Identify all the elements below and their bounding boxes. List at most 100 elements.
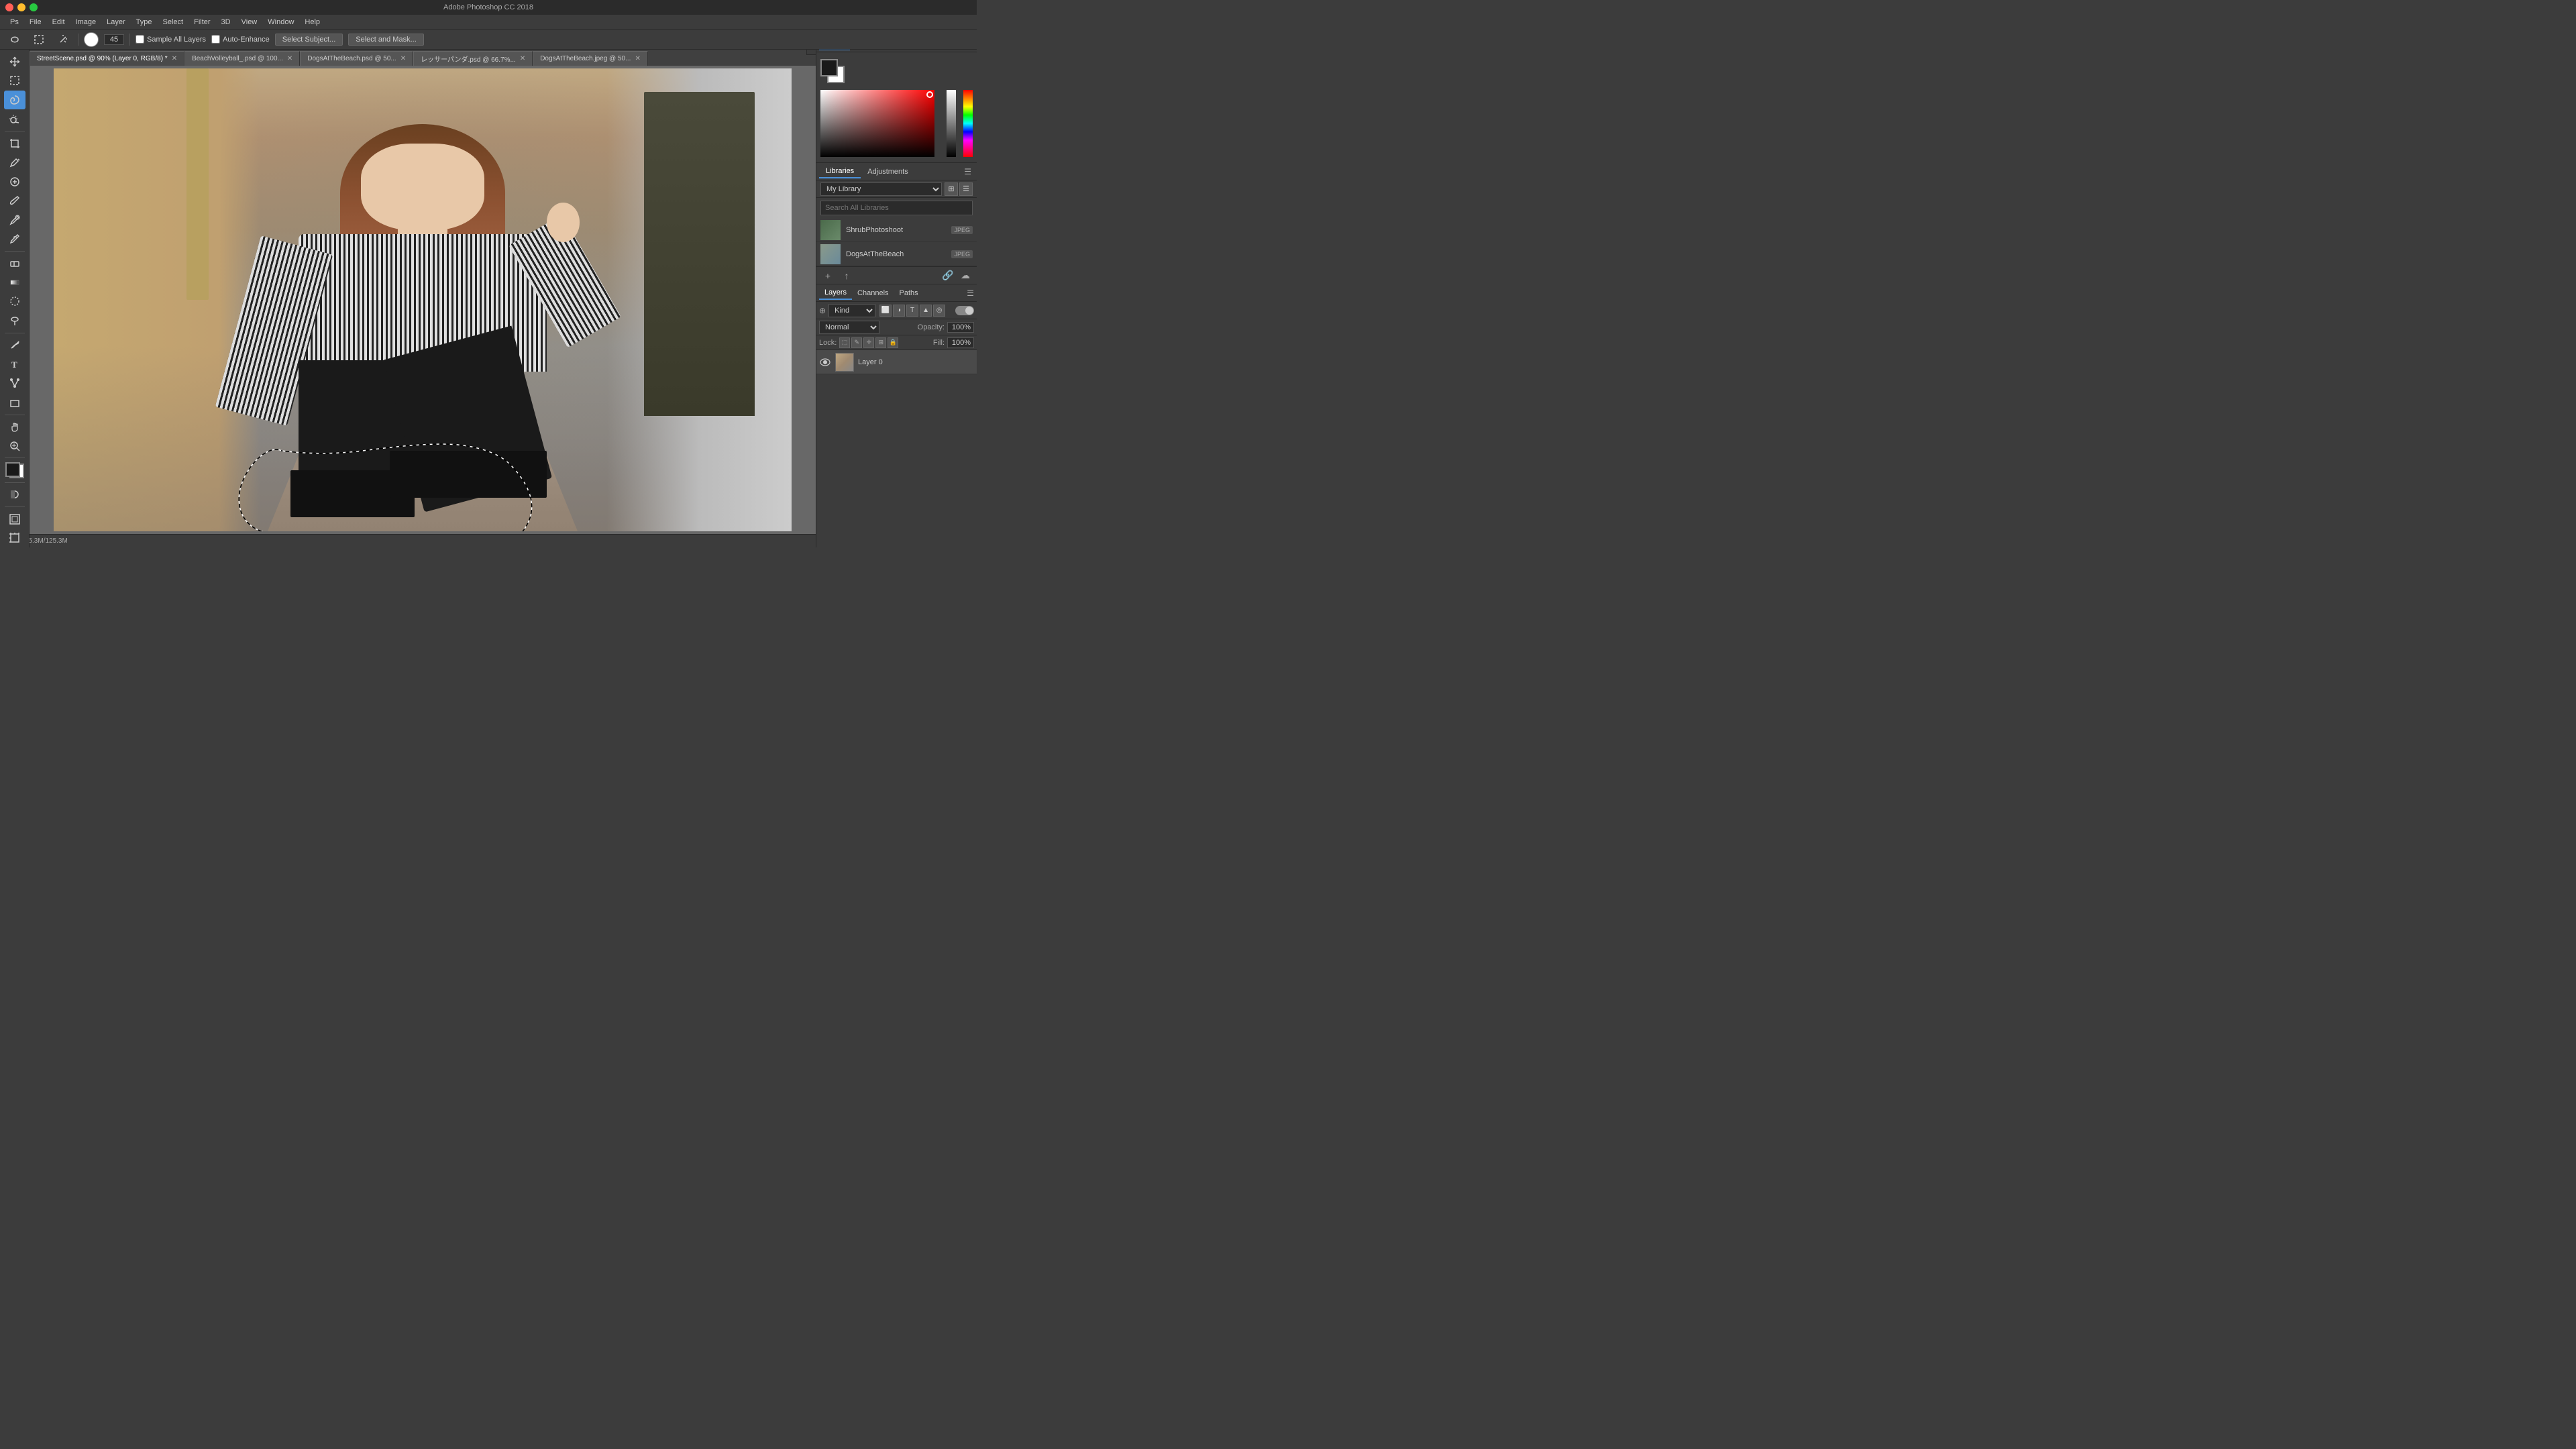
tool-eyedropper[interactable]: [4, 153, 25, 172]
tool-brush[interactable]: [4, 191, 25, 210]
menu-3d[interactable]: 3D: [217, 17, 235, 28]
tool-selection[interactable]: [4, 72, 25, 91]
brush-size[interactable]: 45: [104, 34, 124, 45]
tool-screen-mode[interactable]: [4, 510, 25, 529]
tab-0[interactable]: StreetScene.psd @ 90% (Layer 0, RGB/8) *…: [30, 51, 184, 66]
layer-visibility-0[interactable]: [819, 356, 831, 368]
select-subject-button[interactable]: Select Subject...: [275, 34, 343, 46]
tool-move[interactable]: [4, 52, 25, 71]
fill-input[interactable]: [947, 337, 974, 348]
close-button[interactable]: [5, 3, 13, 11]
filter-adjust-btn[interactable]: ◑: [893, 305, 905, 317]
tab-libraries[interactable]: Libraries: [819, 165, 861, 178]
layer-item-0[interactable]: Layer 0: [816, 350, 977, 374]
layers-panel-menu[interactable]: ☰: [967, 288, 974, 298]
filter-shape-btn[interactable]: ▲: [920, 305, 932, 317]
tab-4[interactable]: DogsAtTheBeach.jpeg @ 50... ✕: [533, 51, 648, 66]
tab-3[interactable]: レッサーパンダ.psd @ 66.7%... ✕: [413, 51, 533, 66]
filter-smart-btn[interactable]: ◎: [933, 305, 945, 317]
menu-help[interactable]: Help: [300, 17, 325, 28]
filter-toggle[interactable]: [955, 306, 974, 315]
menu-view[interactable]: View: [237, 17, 262, 28]
library-cloud-button[interactable]: ☁: [958, 268, 973, 283]
maximize-button[interactable]: [30, 3, 38, 11]
tool-eraser[interactable]: [4, 254, 25, 273]
tool-clone-stamp[interactable]: [4, 211, 25, 229]
lock-image-btn[interactable]: ✎: [851, 337, 862, 348]
library-grid-view[interactable]: ⊞: [945, 182, 958, 196]
tool-pen[interactable]: [4, 336, 25, 355]
opacity-input[interactable]: [947, 322, 974, 333]
select-and-mask-button[interactable]: Select and Mask...: [348, 34, 424, 46]
tool-history[interactable]: [4, 229, 25, 248]
tab-channels[interactable]: Channels: [852, 287, 894, 299]
tool-gradient[interactable]: [4, 273, 25, 292]
foreground-color-swatch[interactable]: [820, 59, 838, 76]
filter-pixel-btn[interactable]: ⬜: [879, 305, 892, 317]
menu-filter[interactable]: Filter: [189, 17, 215, 28]
library-upload-button[interactable]: ↑: [839, 268, 854, 283]
library-dropdown[interactable]: My Library: [820, 182, 942, 196]
tab-close-4[interactable]: ✕: [635, 56, 640, 62]
minimize-button[interactable]: [17, 3, 25, 11]
hue-slider[interactable]: [963, 90, 973, 157]
tab-close-3[interactable]: ✕: [520, 56, 525, 62]
tool-crop[interactable]: [4, 134, 25, 153]
filter-kind-select[interactable]: Kind: [828, 304, 875, 317]
lock-position-btn[interactable]: ✛: [863, 337, 874, 348]
fg-bg-color-boxes[interactable]: [820, 59, 845, 83]
color-picker-area[interactable]: [820, 90, 973, 157]
tool-quick-mask[interactable]: [4, 486, 25, 504]
auto-enhance-label[interactable]: Auto-Enhance: [211, 35, 270, 44]
tab-paths[interactable]: Paths: [894, 287, 924, 299]
library-search-input[interactable]: [820, 201, 973, 215]
tool-icon-select[interactable]: [30, 32, 48, 47]
lock-artboard-btn[interactable]: ⊞: [875, 337, 886, 348]
tool-quick-select[interactable]: [4, 110, 25, 129]
tool-icon-magic[interactable]: [54, 32, 72, 47]
tool-icon-lasso[interactable]: [5, 32, 24, 47]
tab-layers[interactable]: Layers: [819, 286, 852, 300]
tool-lasso[interactable]: [4, 91, 25, 109]
color-spectrum[interactable]: [820, 90, 934, 157]
tool-healing[interactable]: [4, 172, 25, 191]
menu-ps[interactable]: Ps: [5, 17, 23, 28]
lock-all-btn[interactable]: 🔒: [888, 337, 898, 348]
tab-2[interactable]: DogsAtTheBeach.psd @ 50... ✕: [300, 51, 413, 66]
library-item-0[interactable]: ShrubPhotoshoot JPEG: [816, 218, 977, 242]
tool-text[interactable]: T: [4, 355, 25, 374]
tool-hand[interactable]: [4, 417, 25, 436]
tab-adjustments[interactable]: Adjustments: [861, 166, 915, 178]
menu-layer[interactable]: Layer: [102, 17, 130, 28]
menu-window[interactable]: Window: [263, 17, 299, 28]
libraries-panel-menu[interactable]: ☰: [961, 167, 974, 176]
foreground-background-colors[interactable]: [4, 461, 25, 480]
tool-artboard[interactable]: [4, 529, 25, 548]
canvas-area[interactable]: [30, 66, 816, 534]
lock-transparent-btn[interactable]: ⬚: [839, 337, 850, 348]
tool-dodge[interactable]: [4, 311, 25, 330]
brush-preview[interactable]: [84, 32, 99, 47]
sample-all-layers-checkbox[interactable]: [136, 35, 144, 44]
tool-shape[interactable]: [4, 393, 25, 412]
menu-select[interactable]: Select: [158, 17, 189, 28]
filter-text-btn[interactable]: T: [906, 305, 918, 317]
tab-close-1[interactable]: ✕: [287, 56, 292, 62]
menu-edit[interactable]: Edit: [48, 17, 70, 28]
tab-1[interactable]: BeachVolleyball_.psd @ 100... ✕: [184, 51, 300, 66]
alpha-bar[interactable]: [947, 90, 956, 157]
sample-all-layers-label[interactable]: Sample All Layers: [136, 35, 206, 44]
menu-type[interactable]: Type: [131, 17, 157, 28]
library-link-button[interactable]: 🔗: [941, 268, 955, 283]
library-list-view[interactable]: ☰: [959, 182, 973, 196]
tool-blur[interactable]: [4, 292, 25, 311]
library-item-1[interactable]: DogsAtTheBeach JPEG: [816, 242, 977, 266]
menu-image[interactable]: Image: [71, 17, 101, 28]
menu-file[interactable]: File: [25, 17, 46, 28]
tab-close-0[interactable]: ✕: [172, 56, 177, 62]
tool-path-select[interactable]: [4, 374, 25, 393]
window-controls[interactable]: [5, 3, 38, 11]
tool-zoom[interactable]: [4, 437, 25, 455]
tab-close-2[interactable]: ✕: [400, 56, 406, 62]
foreground-color[interactable]: [5, 462, 20, 477]
